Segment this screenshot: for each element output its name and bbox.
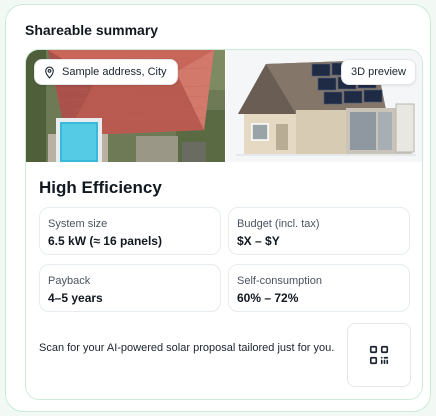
stat-label: Budget (incl. tax) bbox=[237, 218, 320, 230]
stat-self-consumption: Self-consumption 60% – 72% bbox=[228, 264, 410, 312]
summary-card: Sample address, City 3D preview High Eff… bbox=[25, 49, 423, 400]
address-label: Sample address, City bbox=[62, 66, 167, 78]
address-pill[interactable]: Sample address, City bbox=[34, 59, 178, 85]
stat-value: 60% – 72% bbox=[237, 291, 299, 305]
3d-preview-button[interactable]: 3D preview bbox=[340, 59, 416, 85]
3d-preview-label: 3D preview bbox=[350, 66, 406, 78]
scan-prompt: Scan for your AI-powered solar proposal … bbox=[39, 342, 335, 354]
system-title: High Efficiency bbox=[39, 178, 162, 197]
stat-value: 6.5 kW (≈ 16 panels) bbox=[48, 234, 162, 248]
stat-label: Self-consumption bbox=[237, 275, 322, 287]
image-strip: Sample address, City 3D preview bbox=[26, 50, 422, 162]
panel-heading: Shareable summary bbox=[25, 22, 159, 38]
map-pin-icon bbox=[45, 66, 54, 78]
stat-label: System size bbox=[48, 218, 108, 230]
qr-code-button[interactable] bbox=[347, 323, 411, 387]
stat-system-size: System size 6.5 kW (≈ 16 panels) bbox=[39, 207, 221, 255]
stat-value: 4–5 years bbox=[48, 291, 103, 305]
stat-value: $X – $Y bbox=[237, 234, 280, 248]
stat-payback: Payback 4–5 years bbox=[39, 264, 221, 312]
summary-panel: Shareable summary Sample address, City 3… bbox=[5, 4, 431, 412]
qr-code-icon bbox=[369, 345, 389, 365]
stat-budget: Budget (incl. tax) $X – $Y bbox=[228, 207, 410, 255]
stat-label: Payback bbox=[48, 275, 91, 287]
